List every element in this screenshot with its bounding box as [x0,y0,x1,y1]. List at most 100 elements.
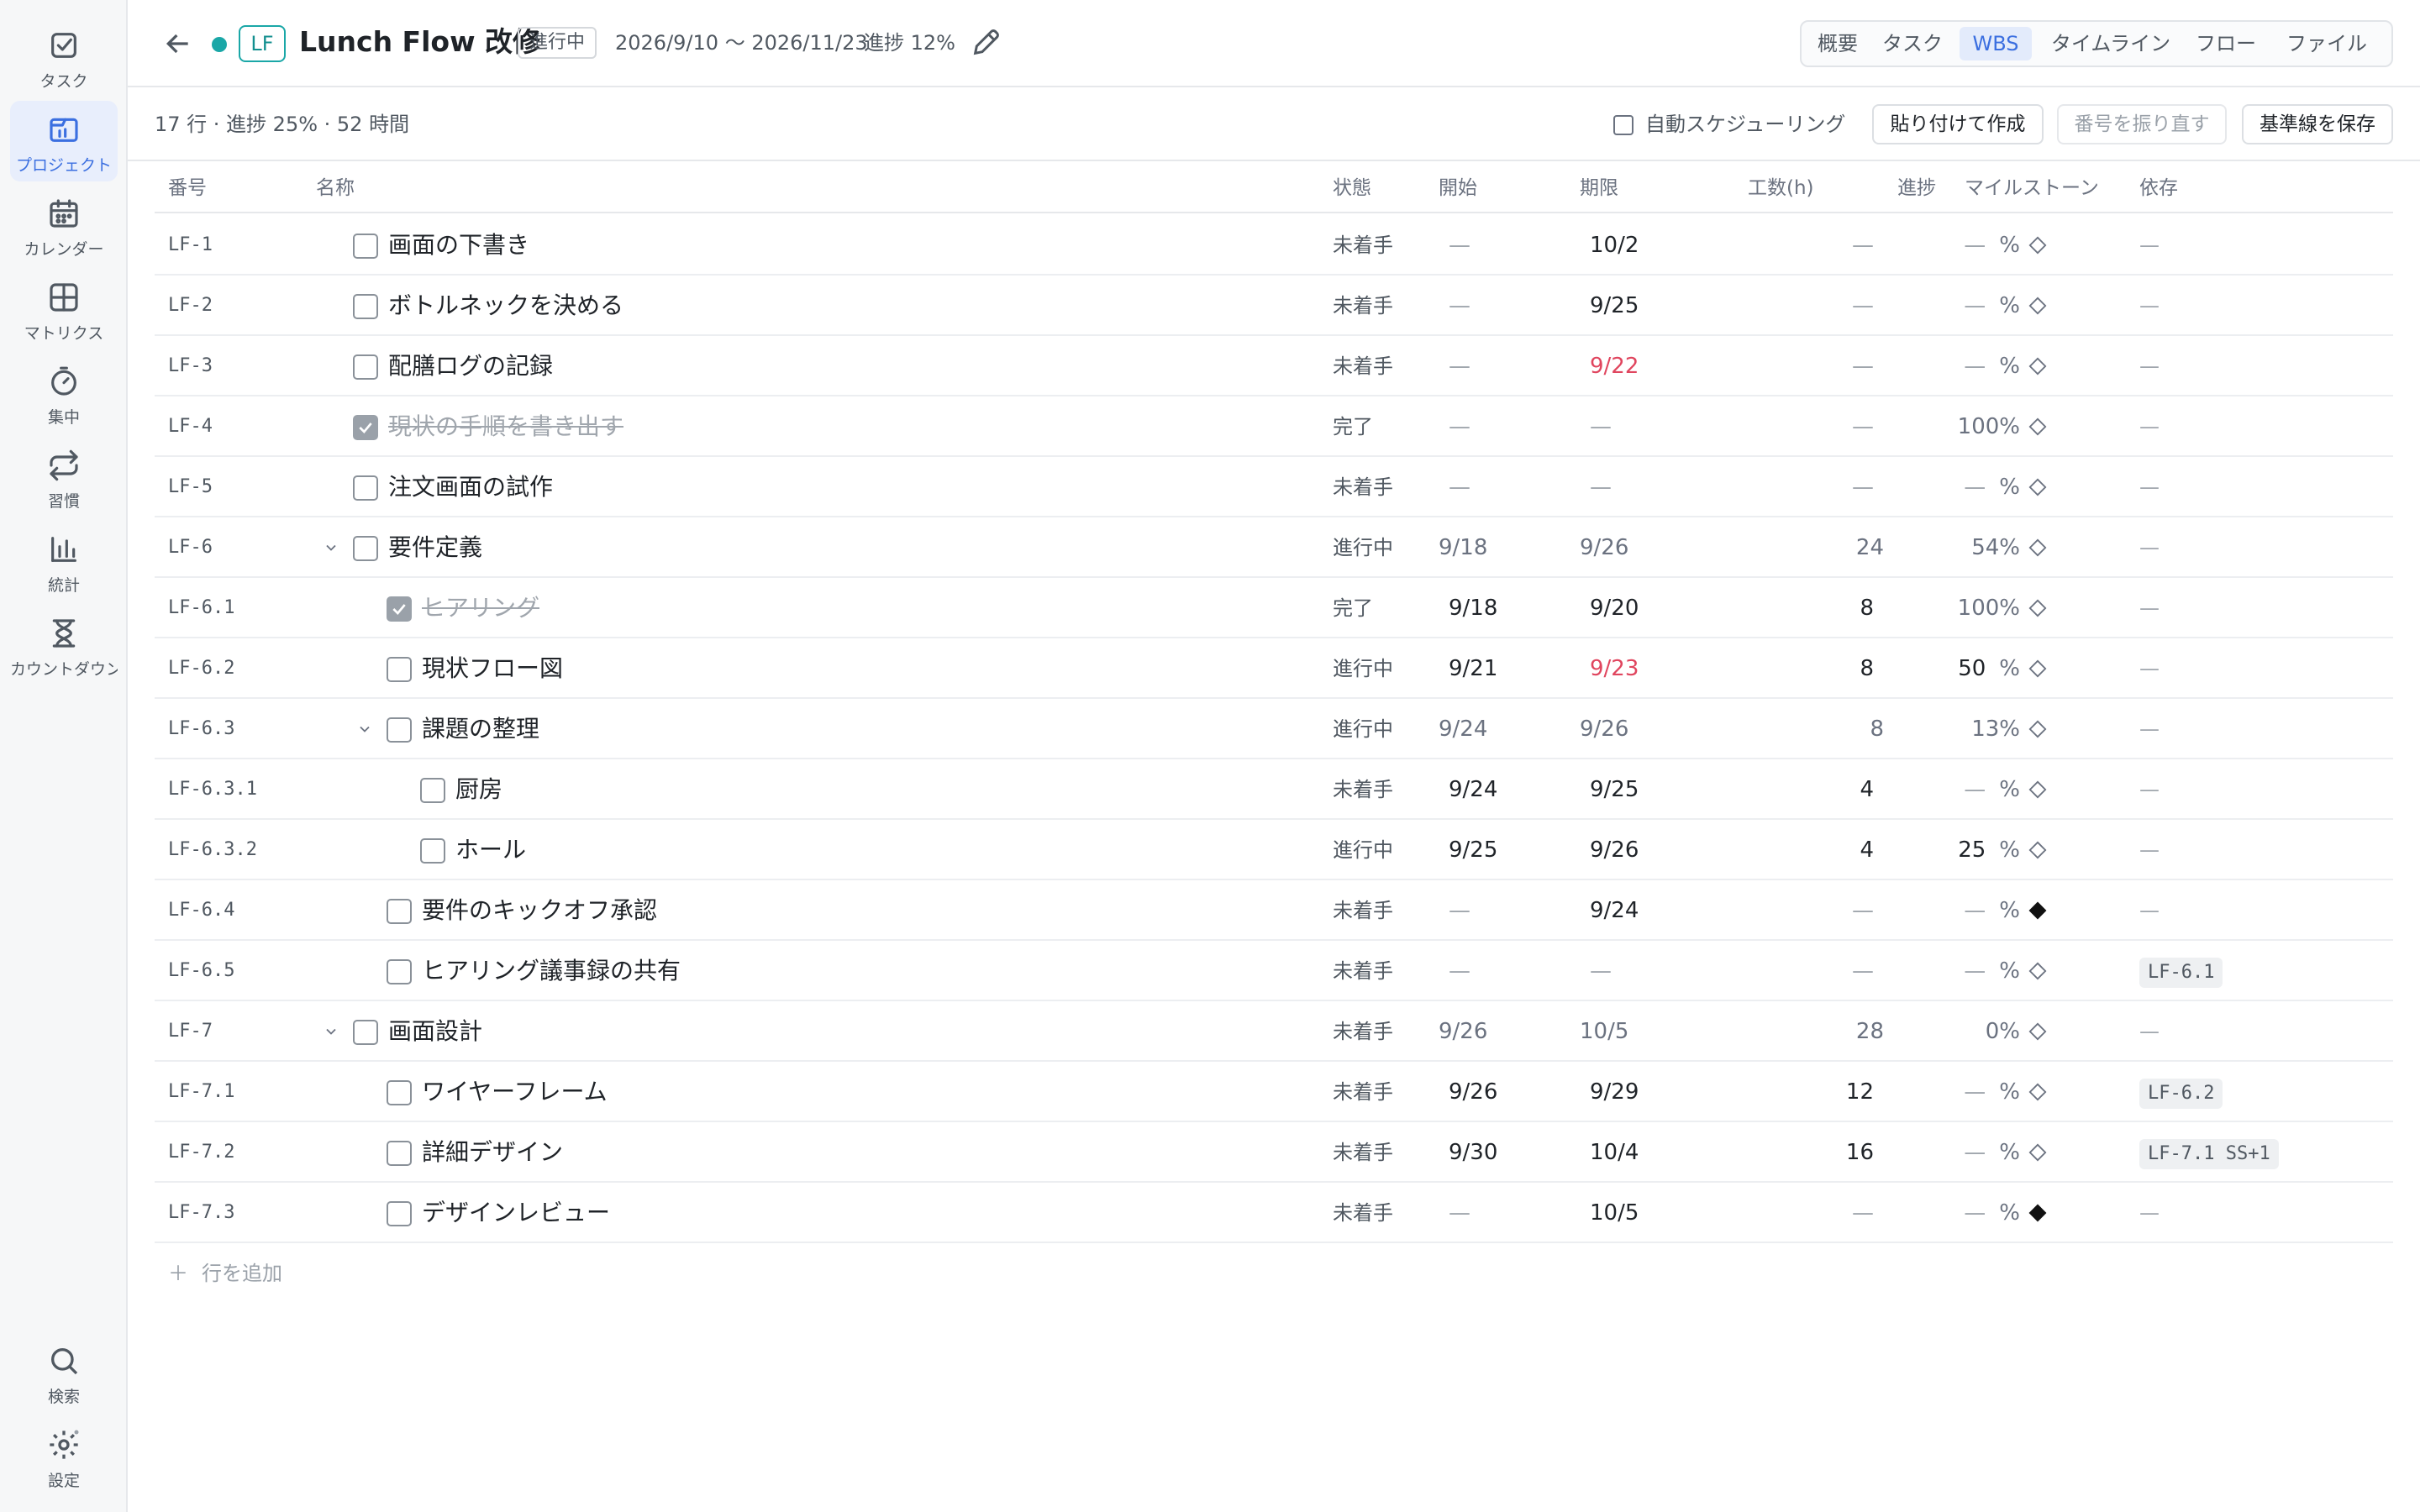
row-dependency[interactable]: — [2139,1016,2160,1047]
renumber-button[interactable]: 番号を振り直す [2057,104,2227,144]
row-start[interactable]: — [1449,351,1470,381]
row-checkbox[interactable] [387,899,412,924]
row-due[interactable]: 9/26 [1580,714,1628,744]
auto-schedule-checkbox[interactable] [1613,115,1634,135]
row-due[interactable]: 9/20 [1590,593,1639,623]
row-due[interactable]: 9/25 [1590,291,1639,321]
row-status[interactable]: 未着手 [1333,351,1393,381]
row-status[interactable]: 未着手 [1333,291,1393,321]
row-due[interactable]: 9/26 [1590,835,1639,865]
row-status[interactable]: 未着手 [1333,956,1393,986]
row-due[interactable]: 9/29 [1590,1077,1639,1107]
row-progress[interactable]: —% [1919,1077,2020,1107]
row-start[interactable]: 9/30 [1449,1137,1497,1168]
row-progress[interactable]: —% [1919,1198,2020,1228]
row-progress[interactable]: 0% [1919,1016,2020,1047]
row-progress[interactable]: 100% [1919,412,2020,442]
row-due[interactable]: 10/5 [1590,1198,1639,1228]
row-start[interactable]: 9/26 [1439,1016,1487,1047]
row-progress[interactable]: —% [1919,472,2020,502]
save-baseline-button[interactable]: 基準線を保存 [2242,104,2393,144]
row-hours[interactable]: — [1807,472,1874,502]
row-dependency[interactable]: — [2139,593,2160,623]
row-name[interactable]: 厨房 [455,774,502,805]
row-due[interactable]: 9/22 [1590,351,1639,381]
sidebar-item-tasks[interactable]: タスク [10,17,118,97]
row-name[interactable]: デザインレビュー [422,1198,610,1228]
table-row[interactable]: LF-6.2 現状フロー図 進行中 9/21 9/23 8 50% — [155,638,2393,699]
row-start[interactable]: — [1449,1198,1470,1228]
row-hours[interactable]: 24 [1817,533,1884,563]
row-status[interactable]: 未着手 [1333,895,1393,926]
tab-tasks[interactable]: タスク [1877,27,1948,60]
row-name[interactable]: 画面の下書き [388,230,529,260]
row-name[interactable]: 要件のキックオフ承認 [422,895,657,926]
row-start[interactable]: — [1449,230,1470,260]
row-hours[interactable]: 8 [1817,714,1884,744]
row-checkbox[interactable] [387,657,412,682]
row-due[interactable]: 9/23 [1590,654,1639,684]
row-start[interactable]: — [1449,895,1470,926]
chevron-down-icon[interactable] [323,1023,339,1040]
chevron-down-icon[interactable] [356,721,373,738]
row-status[interactable]: 進行中 [1333,835,1393,865]
row-progress[interactable]: 54% [1919,533,2020,563]
table-row[interactable]: LF-2 ボトルネックを決める 未着手 —9/25— —% — [155,276,2393,336]
row-checkbox[interactable] [353,294,378,319]
row-start[interactable]: 9/25 [1449,835,1497,865]
row-name[interactable]: ヒアリング [422,593,539,623]
row-name[interactable]: 現状の手順を書き出す [388,412,623,442]
row-name[interactable]: 画面設計 [388,1016,482,1047]
row-checkbox[interactable] [387,596,412,622]
row-dependency[interactable]: — [2139,351,2160,381]
row-hours[interactable]: — [1807,230,1874,260]
row-name[interactable]: 課題の整理 [422,714,539,744]
row-dependency[interactable]: — [2139,1198,2160,1228]
milestone-icon[interactable] [2028,1143,2047,1162]
row-dependency[interactable]: — [2139,774,2160,805]
row-checkbox[interactable] [387,717,412,743]
row-hours[interactable]: 16 [1807,1137,1874,1168]
row-progress[interactable]: —% [1919,1137,2020,1168]
row-start[interactable]: 9/24 [1439,714,1487,744]
row-start[interactable]: 9/18 [1449,593,1497,623]
tab-overview[interactable]: 概要 [1808,27,1867,60]
table-row[interactable]: LF-6.4 要件のキックオフ承認 未着手 —9/24— —% — [155,880,2393,941]
table-row[interactable]: LF-1 画面の下書き 未着手 —10/2— —% — [155,215,2393,276]
row-dependency[interactable]: — [2139,654,2160,684]
row-name[interactable]: ボトルネックを決める [388,291,623,321]
row-dependency[interactable]: — [2139,412,2160,442]
paste-create-button[interactable]: 貼り付けて作成 [1872,104,2044,144]
row-due[interactable]: 9/24 [1590,895,1639,926]
row-start[interactable]: 9/21 [1449,654,1497,684]
milestone-icon[interactable] [2028,417,2047,436]
row-progress[interactable]: —% [1919,895,2020,926]
row-status[interactable]: 未着手 [1333,472,1393,502]
milestone-filled-icon[interactable] [2028,1204,2047,1222]
row-due[interactable]: 10/5 [1580,1016,1628,1047]
row-hours[interactable]: 8 [1807,593,1874,623]
row-checkbox[interactable] [420,838,445,864]
table-row[interactable]: LF-7.3 デザインレビュー 未着手 —10/5— —% — [155,1183,2393,1243]
tab-wbs[interactable]: WBS [1960,27,2032,60]
sidebar-item-search[interactable]: 検索 [10,1332,118,1413]
row-checkbox[interactable] [387,1080,412,1105]
milestone-icon[interactable] [2028,1022,2047,1041]
row-checkbox[interactable] [387,1201,412,1226]
row-hours[interactable]: 8 [1807,654,1874,684]
table-row[interactable]: LF-6.3 課題の整理 進行中 9/24 9/26 8 13% — [155,699,2393,759]
row-due[interactable]: 9/25 [1590,774,1639,805]
tab-flow[interactable]: フロー [2188,27,2264,60]
table-row[interactable]: LF-7 画面設計 未着手 9/26 10/5 28 0% — [155,1001,2393,1062]
row-start[interactable]: 9/18 [1439,533,1487,563]
milestone-icon[interactable] [2028,1083,2047,1101]
row-checkbox[interactable] [353,415,378,440]
row-checkbox[interactable] [353,234,378,259]
row-start[interactable]: — [1449,472,1470,502]
table-row[interactable]: LF-7.1 ワイヤーフレーム 未着手 9/26 9/29 12 —% LF-6.2 [155,1062,2393,1122]
row-dependency[interactable]: — [2139,835,2160,865]
row-hours[interactable]: — [1807,412,1874,442]
row-name[interactable]: 詳細デザイン [422,1137,563,1168]
row-name[interactable]: ヒアリング議事録の共有 [422,956,681,986]
table-row[interactable]: LF-3 配膳ログの記録 未着手 —9/22— —% — [155,336,2393,396]
